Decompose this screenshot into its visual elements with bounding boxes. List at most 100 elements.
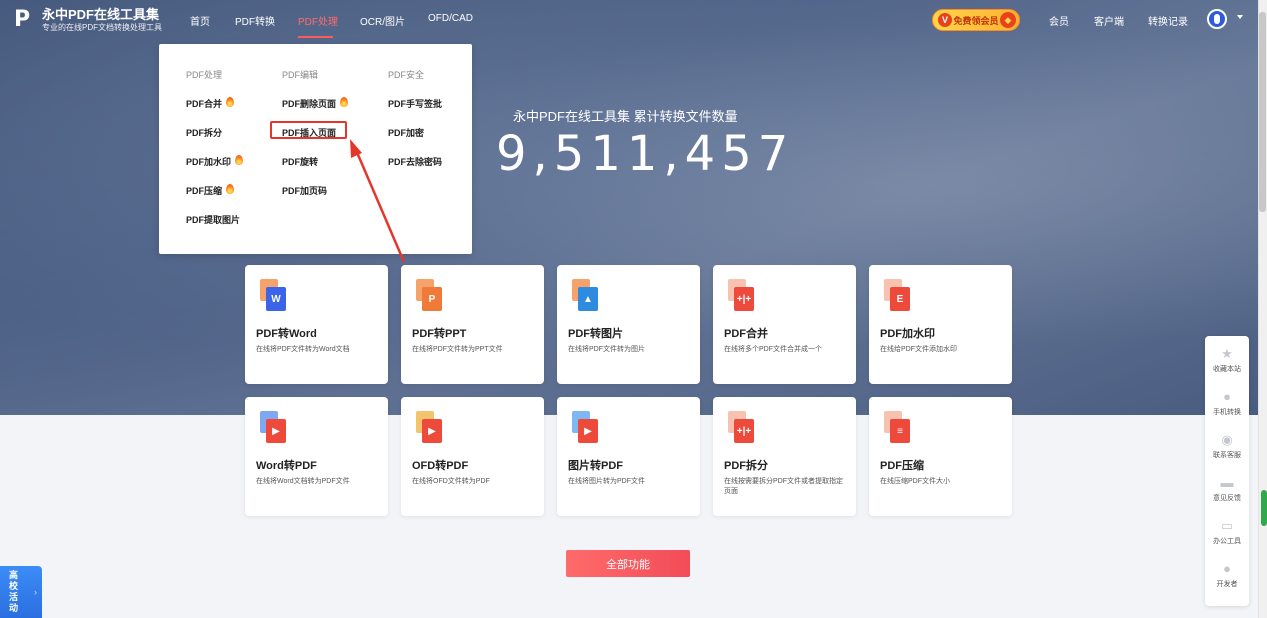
card-description: 在线将Word文档转为PDF文件 — [256, 478, 350, 485]
nav-pdf-process[interactable]: PDF处理 — [298, 13, 338, 28]
logo[interactable]: P 永中PDF在线工具集 专业的在线PDF文档转换处理工具 — [14, 7, 162, 33]
chevron-down-icon[interactable] — [1237, 15, 1243, 19]
menu-pdf-split[interactable]: PDF拆分 — [186, 126, 243, 155]
vip-badge-icon: V — [938, 13, 952, 27]
chat-icon: ▬ — [1220, 475, 1234, 490]
chevron-right-icon: › — [34, 587, 37, 597]
tool-ofd-to-pdf-icon: ▶ — [416, 411, 446, 447]
card-pdf-split[interactable]: +|+ PDF拆分在线按需要拆分PDF文件或者提取指定页面 — [713, 397, 856, 516]
campus-activity-tab[interactable]: 高校活动 › — [0, 566, 42, 618]
card-pdf-to-word[interactable]: W PDF转Word 在线将PDF文件转为Word文档 — [245, 265, 388, 384]
card-title: 图片转PDF — [568, 460, 623, 472]
gift-icon: ◆ — [1000, 12, 1016, 28]
card-title: PDF转PPT — [412, 328, 467, 340]
conversion-counter: 9,511,457 — [496, 126, 795, 182]
sidebar-label: 收藏本站 — [1213, 366, 1241, 373]
card-image-to-pdf[interactable]: ▶ 图片转PDF 在线将图片转为PDF文件 — [557, 397, 700, 516]
sidebar-label: 意见反馈 — [1213, 495, 1241, 502]
sidebar-label: 办公工具 — [1213, 538, 1241, 545]
logo-subtitle: 专业的在线PDF文档转换处理工具 — [42, 23, 162, 32]
dropdown-column-process: PDF处理 PDF合并 PDF拆分 PDF加水印 PDF压缩 PDF提取图片 — [186, 68, 244, 242]
green-side-widget[interactable] — [1261, 490, 1267, 526]
tool-pdf-to-ppt-icon: P — [416, 279, 446, 315]
menu-pdf-merge[interactable]: PDF合并 — [186, 97, 243, 126]
card-description: 在线将PDF文件转为PPT文件 — [412, 346, 503, 353]
tool-pdf-watermark-icon: E — [884, 279, 914, 315]
logo-icon: P — [14, 7, 31, 32]
card-description: 在线将PDF文件转为图片 — [568, 346, 645, 353]
sidebar-item-mobile[interactable]: ● 手机转换 — [1205, 389, 1249, 417]
card-word-to-pdf[interactable]: ▶ Word转PDF 在线将Word文档转为PDF文件 — [245, 397, 388, 516]
card-pdf-compress[interactable]: ≡ PDF压缩 在线压缩PDF文件大小 — [869, 397, 1012, 516]
sidebar-item-feedback[interactable]: ▬ 意见反馈 — [1205, 475, 1249, 503]
nav-ofd-cad[interactable]: OFD/CAD — [428, 13, 473, 24]
card-description: 在线将OFD文件转为PDF — [412, 478, 490, 485]
card-title: Word转PDF — [256, 460, 317, 472]
pdf-process-dropdown: PDF处理 PDF合并 PDF拆分 PDF加水印 PDF压缩 PDF提取图片 P… — [159, 44, 472, 254]
menu-pdf-extract-images[interactable]: PDF提取图片 — [186, 213, 243, 242]
all-features-button[interactable]: 全部功能 — [566, 550, 690, 577]
hero-title: 永中PDF在线工具集 累计转换文件数量 — [513, 109, 738, 124]
card-title: OFD转PDF — [412, 460, 469, 472]
headset-icon: ◉ — [1221, 432, 1233, 447]
tool-pdf-merge-icon: +|+ — [728, 279, 758, 315]
hot-flame-icon — [235, 155, 244, 165]
free-vip-button[interactable]: V 免费领会员 ◆ — [932, 9, 1020, 31]
card-description: 在线按需要拆分PDF文件或者提取指定页面 — [724, 478, 843, 495]
hot-flame-icon — [226, 184, 235, 194]
nav-ocr-image[interactable]: OCR/图片 — [360, 13, 405, 28]
card-description: 在线压缩PDF文件大小 — [880, 478, 950, 485]
hot-flame-icon — [340, 97, 349, 107]
card-title: PDF合并 — [724, 328, 768, 340]
dropdown-heading: PDF处理 — [186, 70, 223, 80]
sidebar-label: 联系客服 — [1213, 452, 1241, 459]
menu-pdf-handwrite-sign[interactable]: PDF手写签批 — [388, 97, 442, 126]
side-toolbar: ★ 收藏本站 ● 手机转换 ◉ 联系客服 ▬ 意见反馈 ▭ 办公工具 ● 开发者 — [1205, 336, 1249, 606]
menu-pdf-watermark[interactable]: PDF加水印 — [186, 155, 244, 184]
logo-title: 永中PDF在线工具集 — [42, 7, 160, 22]
card-pdf-to-ppt[interactable]: P PDF转PPT 在线将PDF文件转为PPT文件 — [401, 265, 544, 384]
sidebar-label: 手机转换 — [1213, 409, 1241, 416]
tool-pdf-to-word-icon: W — [260, 279, 290, 315]
card-title: PDF转图片 — [568, 328, 623, 340]
card-description: 在线给PDF文件添加水印 — [880, 346, 957, 353]
campus-activity-label: 高校活动 — [9, 570, 19, 613]
card-ofd-to-pdf[interactable]: ▶ OFD转PDF 在线将OFD文件转为PDF — [401, 397, 544, 516]
nav-history[interactable]: 转换记录 — [1148, 13, 1188, 28]
menu-pdf-rotate[interactable]: PDF旋转 — [282, 155, 348, 184]
menu-pdf-remove-password[interactable]: PDF去除密码 — [388, 155, 442, 184]
menu-pdf-page-numbers[interactable]: PDF加页码 — [282, 184, 348, 213]
tool-pdf-to-image-icon: ▲ — [572, 279, 602, 315]
card-title: PDF压缩 — [880, 460, 924, 472]
nav-pdf-convert[interactable]: PDF转换 — [235, 13, 275, 28]
card-title: PDF拆分 — [724, 460, 768, 472]
scrollbar-thumb[interactable] — [1259, 12, 1266, 212]
tool-pdf-split-icon: +|+ — [728, 411, 758, 447]
menu-pdf-compress[interactable]: PDF压缩 — [186, 184, 243, 213]
sidebar-item-bookmark[interactable]: ★ 收藏本站 — [1205, 347, 1249, 374]
user-avatar[interactable] — [1207, 9, 1227, 29]
monitor-icon: ▭ — [1220, 518, 1234, 533]
sidebar-label: 开发者 — [1216, 581, 1238, 588]
sidebar-item-developer[interactable]: ● 开发者 — [1205, 561, 1249, 589]
card-pdf-watermark[interactable]: E PDF加水印在线给PDF文件添加水印 — [869, 265, 1012, 384]
card-description: 在线将多个PDF文件合并成一个 — [724, 346, 822, 353]
sidebar-item-office-tools[interactable]: ▭ 办公工具 — [1205, 518, 1249, 546]
card-pdf-to-image[interactable]: ▲ PDF转图片在线将PDF文件转为图片 — [557, 265, 700, 384]
vip-label: 免费领会员 — [953, 15, 999, 26]
sidebar-item-support[interactable]: ◉ 联系客服 — [1205, 432, 1249, 460]
nav-membership[interactable]: 会员 — [1049, 13, 1069, 28]
link-icon: ● — [1223, 389, 1231, 404]
card-pdf-merge[interactable]: +|+ PDF合并在线将多个PDF文件合并成一个 — [713, 265, 856, 384]
nav-home[interactable]: 首页 — [190, 13, 210, 28]
card-title: PDF加水印 — [880, 328, 935, 340]
dropdown-heading: PDF编辑 — [282, 70, 319, 80]
dropdown-column-edit: PDF编辑 PDF删除页面 PDF插入页面 PDF旋转 PDF加页码 — [282, 68, 349, 213]
card-description: 在线将PDF文件转为Word文档 — [256, 346, 350, 353]
annotation-highlight-box — [270, 121, 347, 139]
nav-client[interactable]: 客户端 — [1094, 13, 1124, 28]
dropdown-column-security: PDF安全 PDF手写签批 PDF加密 PDF去除密码 — [388, 68, 442, 184]
person-icon: ● — [1223, 561, 1231, 576]
menu-pdf-encrypt[interactable]: PDF加密 — [388, 126, 442, 155]
top-nav: P 永中PDF在线工具集 专业的在线PDF文档转换处理工具 首页 PDF转换 P… — [0, 0, 1258, 40]
